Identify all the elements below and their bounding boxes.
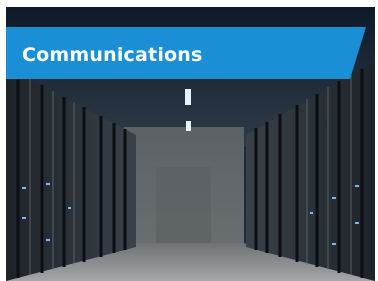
communications-card[interactable]: Communications [6, 7, 375, 281]
card-title: Communications [22, 44, 203, 66]
